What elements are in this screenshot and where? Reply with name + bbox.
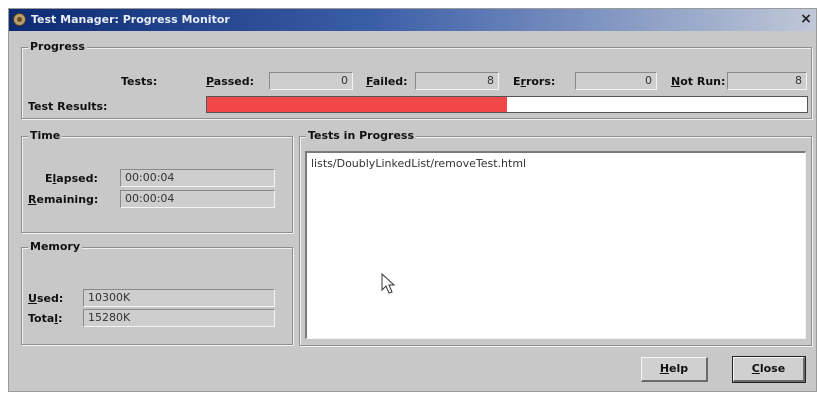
passed-count-field: 0 — [269, 72, 353, 90]
window-title: Test Manager: Progress Monitor — [31, 13, 230, 26]
close-window-icon[interactable]: × — [798, 11, 814, 27]
total-memory-label: Total: — [28, 312, 63, 325]
total-memory-field: 15280K — [83, 309, 275, 327]
not-run-count-field: 8 — [727, 72, 807, 90]
progress-legend: Progress — [28, 40, 87, 53]
close-button[interactable]: Close — [732, 356, 806, 383]
test-results-progress-bar — [206, 96, 808, 113]
list-item[interactable]: lists/DoublyLinkedList/removeTest.html — [311, 157, 526, 170]
test-results-progress-fill — [207, 97, 507, 112]
time-legend: Time — [28, 129, 63, 142]
tests-label: Tests: — [121, 75, 158, 88]
tests-in-progress-list[interactable]: lists/DoublyLinkedList/removeTest.html — [305, 151, 806, 339]
used-memory-label: Used: — [28, 292, 64, 305]
not-run-label: Not Run: — [671, 75, 726, 88]
remaining-time-field: 00:00:04 — [120, 190, 275, 208]
failed-count-field: 8 — [415, 72, 499, 90]
remaining-label: Remaining: — [28, 193, 99, 206]
elapsed-label: Elapsed: — [45, 172, 98, 185]
failed-label: Failed: — [366, 75, 408, 88]
help-button[interactable]: Help — [641, 357, 708, 382]
app-icon — [13, 13, 26, 26]
progress-monitor-window: Test Manager: Progress Monitor × Progres… — [8, 8, 817, 392]
memory-legend: Memory — [28, 240, 83, 253]
passed-label: Passed: — [206, 75, 255, 88]
test-results-label: Test Results: — [28, 100, 108, 113]
errors-label: Errors: — [513, 75, 556, 88]
elapsed-time-field: 00:00:04 — [120, 169, 275, 187]
mouse-pointer-icon — [381, 273, 396, 294]
title-bar[interactable]: Test Manager: Progress Monitor × — [9, 9, 816, 31]
tests-in-progress-legend: Tests in Progress — [306, 129, 417, 142]
errors-count-field: 0 — [575, 72, 657, 90]
used-memory-field: 10300K — [83, 289, 275, 307]
